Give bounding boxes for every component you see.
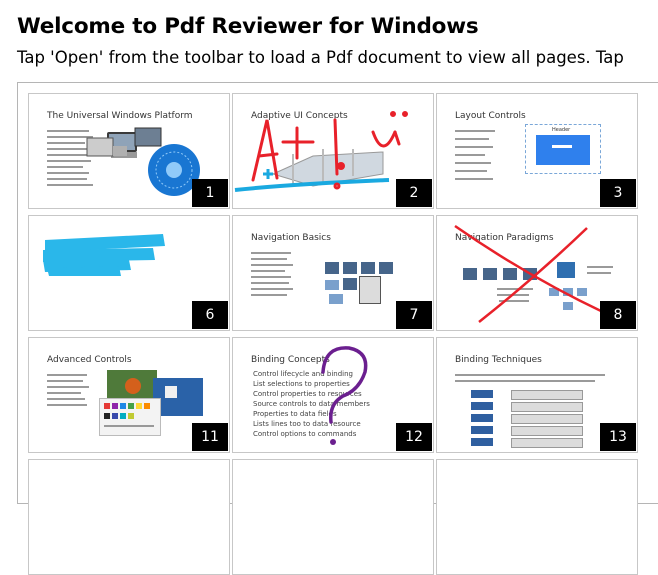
color-picker [99,398,161,436]
page-thumbnail-partial-1[interactable] [28,459,230,575]
slide-title: The Universal Windows Platform [47,111,193,121]
page-title: Welcome to Pdf Reviewer for Windows [17,14,479,39]
slide-title: Layout Controls [455,111,526,121]
page-thumbnail-13[interactable]: Binding Techniques 13 [436,337,638,453]
page-number-badge: 7 [396,301,432,329]
page-thumbnail-3[interactable]: Layout Controls Header 3 [436,93,638,209]
thumbnail-grid[interactable]: The Universal Windows Platform 1 Adaptiv… [17,82,658,575]
page-subtitle: Tap 'Open' from the toolbar to load a Pd… [17,48,624,67]
bullet-7: Control options to commands [253,430,357,438]
slide-title: Binding Techniques [455,355,542,365]
page-number-badge: 11 [192,423,228,451]
layout-window: Header [525,124,601,174]
page-thumbnail-2[interactable]: Adaptive UI Concepts 2 [232,93,434,209]
page-number-badge: 1 [192,179,228,207]
slide-title: Advanced Controls [47,355,132,365]
bullet-3: Control properties to resources [253,390,362,398]
bullet-2: List selections to properties [253,380,350,388]
slide-title: Binding Concepts [251,355,330,365]
bullet-6: Lists lines too to data resource [253,420,361,428]
bullet-1: Control lifecycle and binding [253,370,353,378]
page-thumbnail-6[interactable]: 6 [28,215,230,331]
page-number-badge: 8 [600,301,636,329]
slide-title: Adaptive UI Concepts [251,111,348,121]
page-thumbnail-8[interactable]: Navigation Paradigms 8 [436,215,638,331]
page-number-badge: 12 [396,423,432,451]
page-thumbnail-12[interactable]: Binding Concepts Control lifecycle and b… [232,337,434,453]
page-thumbnail-11[interactable]: Advanced Controls 11 [28,337,230,453]
slide-title: Navigation Paradigms [455,233,554,243]
page-number-badge: 13 [600,423,636,451]
slide-title: Navigation Basics [251,233,331,243]
page-number-badge: 3 [600,179,636,207]
page-number-badge: 2 [396,179,432,207]
page-thumbnail-7[interactable]: Navigation Basics 7 [232,215,434,331]
bullet-4: Source controls to data members [253,400,370,408]
page-thumbnail-partial-3[interactable] [436,459,638,575]
page-thumbnail-1[interactable]: The Universal Windows Platform 1 [28,93,230,209]
page-thumbnail-partial-2[interactable] [232,459,434,575]
bullet-5: Properties to data fields [253,410,337,418]
page-number-badge: 6 [192,301,228,329]
